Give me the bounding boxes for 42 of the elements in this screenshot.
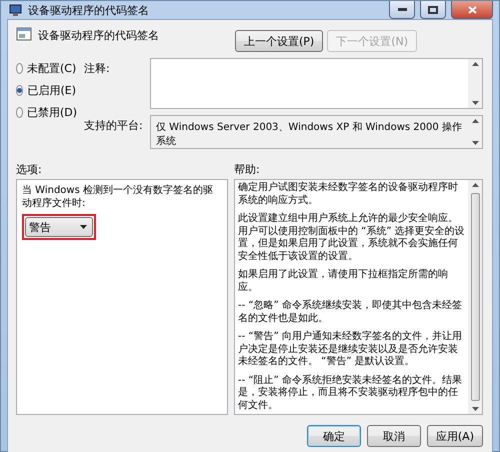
scrollbar-thumb[interactable]: [470, 193, 480, 401]
platform-text: 仅 Windows Server 2003、Windows XP 和 Windows 2000 操作系统: [155, 120, 463, 148]
dialog-button[interactable]: 确定: [306, 425, 361, 447]
maximize-button[interactable]: [420, 1, 446, 19]
nav-button[interactable]: 上一个设置(P): [234, 30, 324, 52]
setting-title: 设备驱动程序的代码签名: [38, 28, 160, 43]
close-icon: [468, 6, 476, 14]
radio-icon[interactable]: [16, 85, 24, 96]
scroll-up-arrow-icon[interactable]: [472, 62, 478, 66]
window-title: 设备驱动程序的代码签名: [28, 2, 150, 18]
scroll-down-arrow-icon[interactable]: [472, 141, 478, 145]
maximize-icon: [428, 6, 438, 14]
radio-icon[interactable]: [16, 107, 23, 118]
minimize-icon: [398, 8, 406, 11]
radio-icon[interactable]: [16, 63, 23, 74]
policy-icon: [16, 26, 32, 42]
help-paragraph: -- “忽略” 命令系统继续安装，即使其中包含未经签名的文件也是如此。: [238, 300, 463, 325]
platform-label: 支持的平台:: [84, 118, 144, 133]
minimize-button[interactable]: [389, 1, 415, 19]
scroll-up-arrow-icon[interactable]: [472, 183, 478, 187]
state-radio[interactable]: 未配置(C): [16, 61, 76, 76]
dialog-button[interactable]: 取消: [366, 425, 421, 447]
help-paragraph: 如果启用了此设置，请使用下拉框指定所需的响应。: [238, 269, 449, 294]
close-button[interactable]: [451, 1, 493, 19]
comment-field[interactable]: [150, 58, 483, 109]
state-radio[interactable]: 已禁用(D): [16, 105, 76, 120]
comment-label: 注释:: [84, 61, 111, 76]
options-prompt: 当 Windows 检测到一个没有数字签名的驱动程序文件时:: [22, 184, 214, 210]
computer-icon: [9, 3, 23, 17]
help-paragraph: -- “警告” 向用户通知未经数字签名的文件，并让用户决定是停止安装还是继续安装以及是否允许安装未经签名的文件。 “警告” 是默认设置。: [238, 331, 463, 368]
help-paragraph: 确定用户试图安装未经数字签名的设备驱动程序时系统的响应方式。: [238, 182, 459, 207]
response-dropdown[interactable]: 警告: [25, 217, 93, 237]
options-label: 选项:: [16, 162, 43, 178]
help-paragraph: 此设置建立组中用户系统上允许的最少安全响应。用户可以使用控制面板中的 “系统” 选择更安全的设置，但是如果启用了此设置，系统就不会实施任何安全性低于该设置的设置。: [238, 213, 465, 263]
help-label: 帮助:: [234, 162, 260, 178]
scroll-down-arrow-icon[interactable]: [472, 101, 478, 105]
dialog-button[interactable]: 应用(A): [426, 425, 483, 447]
dropdown-caret-icon: [80, 225, 87, 229]
scroll-up-arrow-icon[interactable]: [472, 119, 478, 123]
state-radio[interactable]: 已启用(E): [16, 83, 76, 98]
scroll-down-arrow-icon[interactable]: [472, 407, 478, 411]
help-paragraph: -- “阻止” 命令系统拒绝安装未经签名的文件。结果是，安装将停止，而且将不安装驱动程序包中的任何文件。: [238, 374, 463, 412]
